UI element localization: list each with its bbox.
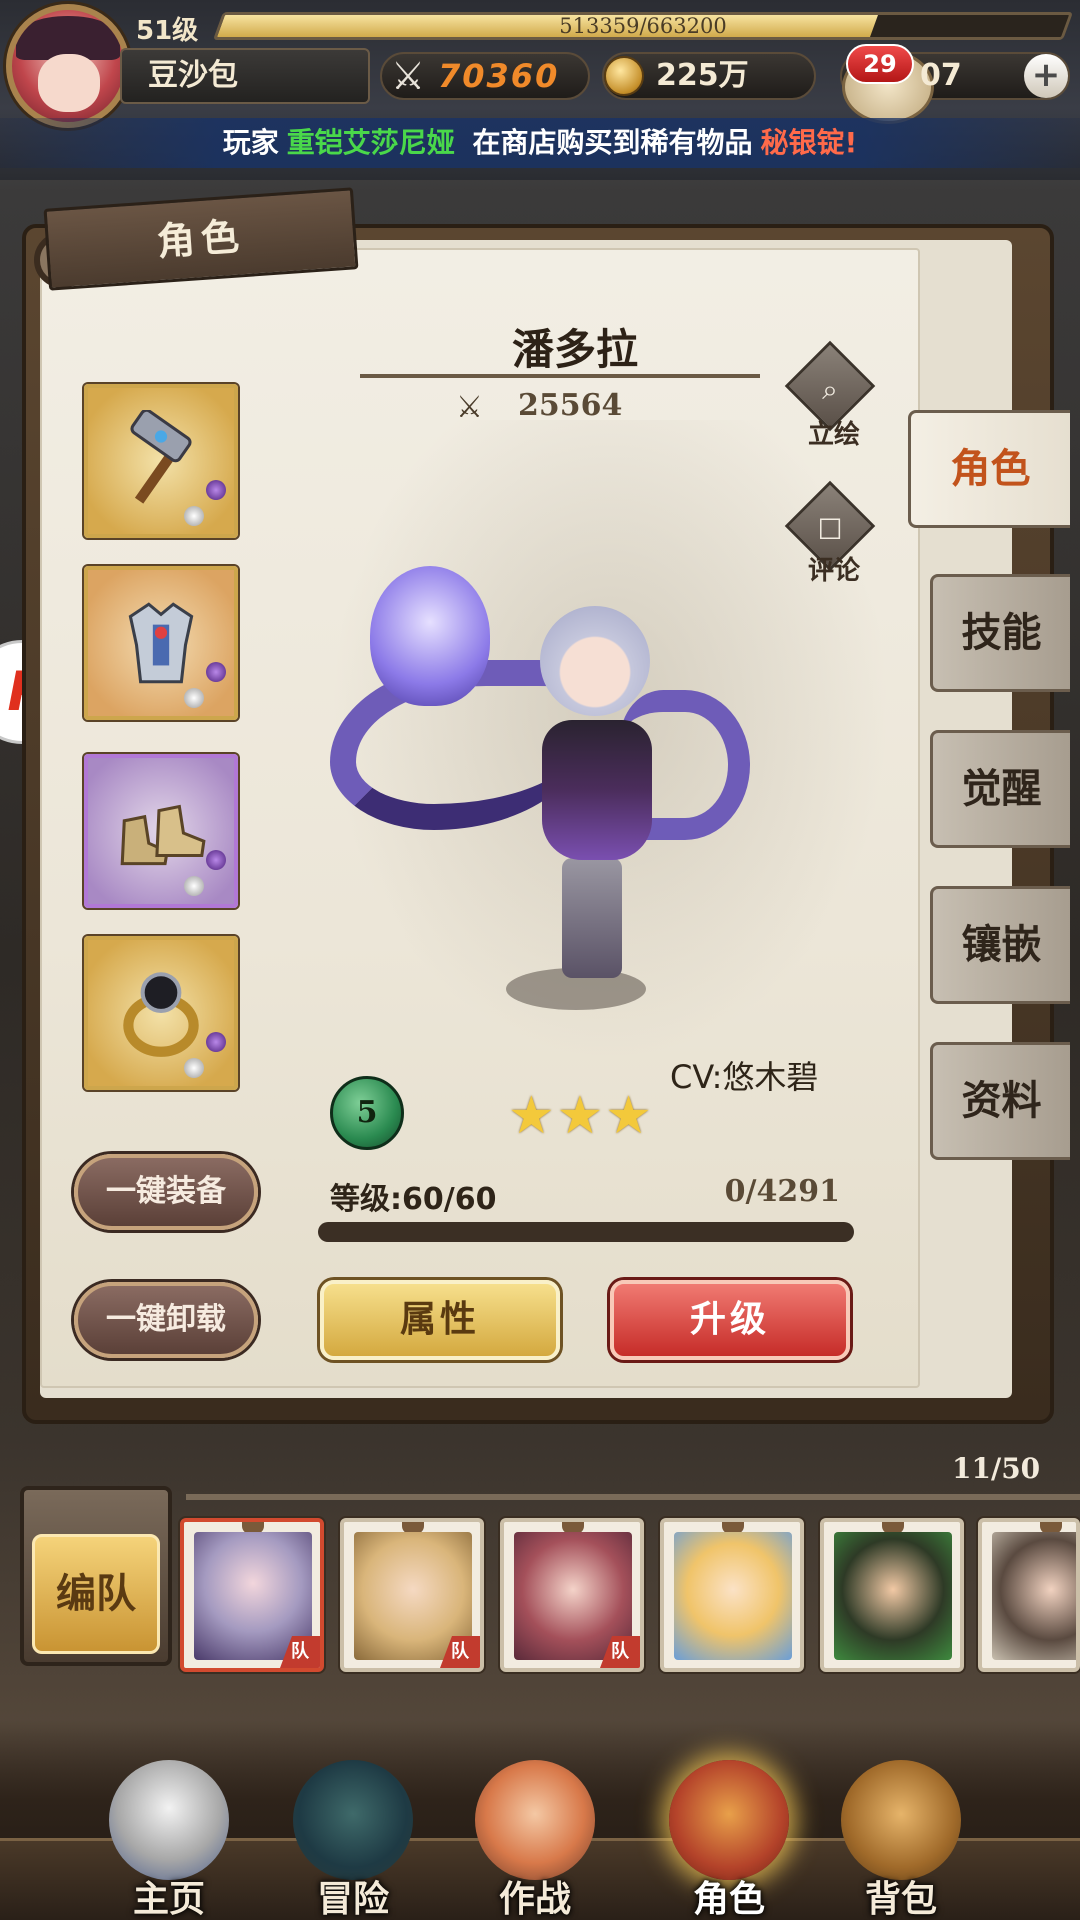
nav-battle-label: 作战 bbox=[498, 1879, 571, 1920]
character-name: 潘多拉 bbox=[511, 325, 638, 374]
chat-unread-badge: 29 bbox=[846, 44, 914, 84]
armor-icon bbox=[128, 602, 194, 684]
character-body bbox=[542, 720, 652, 860]
banner-prefix: 玩家 bbox=[222, 126, 279, 159]
hero-card[interactable] bbox=[978, 1518, 1080, 1672]
socket-gem-purple bbox=[206, 850, 226, 870]
tab-awaken[interactable]: 觉醒 bbox=[930, 730, 1070, 848]
socket-gem-white bbox=[184, 506, 204, 526]
exp-text: 0/4291 bbox=[724, 1174, 840, 1209]
nav-home-label: 主页 bbox=[132, 1879, 205, 1920]
team-formation-button[interactable]: 编队 bbox=[32, 1534, 160, 1654]
review-label: 评论 bbox=[807, 556, 860, 586]
socket-gem-white bbox=[184, 1058, 204, 1078]
castle-icon bbox=[109, 1760, 229, 1880]
tab-skills[interactable]: 技能 bbox=[930, 574, 1070, 692]
gem-value: 07 bbox=[920, 58, 962, 93]
ring-icon bbox=[123, 972, 199, 1057]
hero-card[interactable] bbox=[660, 1518, 804, 1672]
nav-adventure-label: 冒险 bbox=[316, 1879, 389, 1920]
hero-card[interactable]: 队 bbox=[180, 1518, 324, 1672]
hero-portrait bbox=[834, 1532, 952, 1660]
book-icon bbox=[669, 1760, 789, 1880]
character-power: 25564 bbox=[518, 388, 623, 423]
xp-text: 513359/663200 bbox=[559, 14, 727, 38]
player-avatar[interactable] bbox=[6, 4, 130, 128]
combat-power-value: 70360 bbox=[438, 57, 560, 95]
nav-role[interactable]: 角色 bbox=[644, 1760, 814, 1920]
hero-portrait bbox=[992, 1532, 1076, 1660]
socket-gem-purple bbox=[206, 480, 226, 500]
nav-home[interactable]: 主页 bbox=[84, 1760, 254, 1920]
level-text: 等级:60/60 bbox=[330, 1182, 497, 1217]
portrait-label: 立绘 bbox=[807, 420, 860, 450]
warrior-icon bbox=[475, 1760, 595, 1880]
crossed-swords-icon: ⚔ bbox=[456, 390, 483, 425]
portal-icon bbox=[293, 1760, 413, 1880]
character-head[interactable] bbox=[540, 606, 650, 716]
spirit-companion bbox=[370, 566, 490, 706]
socket-gem-purple bbox=[206, 662, 226, 682]
unequip-all-button[interactable]: 一键卸载 bbox=[74, 1282, 258, 1358]
tab-profile[interactable]: 资料 bbox=[930, 1042, 1070, 1160]
banner-item: 秘银锭! bbox=[760, 126, 858, 159]
nav-bag-label: 背包 bbox=[864, 1879, 937, 1920]
attributes-button[interactable]: 属性 bbox=[320, 1280, 560, 1360]
hero-card[interactable]: 队 bbox=[500, 1518, 644, 1672]
broadcast-banner: 玩家 重铠艾莎尼娅 在商店购买到稀有物品 秘银锭! bbox=[0, 118, 1080, 168]
equip-all-button[interactable]: 一键装备 bbox=[74, 1154, 258, 1230]
rank-badge: 5 bbox=[330, 1076, 404, 1150]
equip-slot-ring[interactable] bbox=[84, 936, 238, 1090]
socket-gem-white bbox=[184, 876, 204, 896]
equip-slot-weapon[interactable] bbox=[84, 384, 238, 538]
hero-card[interactable]: 队 bbox=[340, 1518, 484, 1672]
nav-adventure[interactable]: 冒险 bbox=[268, 1760, 438, 1920]
avatar-face bbox=[38, 54, 100, 112]
crossed-swords-icon: ⚔ bbox=[390, 54, 426, 98]
tab-inlay[interactable]: 镶嵌 bbox=[930, 886, 1070, 1004]
socket-gem-purple bbox=[206, 1032, 226, 1052]
tab-role[interactable]: 角色 bbox=[908, 410, 1070, 528]
equip-slot-armor[interactable] bbox=[84, 566, 238, 720]
backpack-icon bbox=[841, 1760, 961, 1880]
name-divider bbox=[360, 374, 760, 378]
roster-count: 11/50 bbox=[952, 1452, 1041, 1485]
character-legs bbox=[562, 858, 622, 978]
voice-actor-label: CV:悠木碧 bbox=[670, 1058, 819, 1096]
exp-bar bbox=[318, 1222, 854, 1242]
player-name: 豆沙包 bbox=[148, 58, 238, 93]
banner-player: 重铠艾莎尼娅 bbox=[286, 126, 455, 159]
hammer-icon bbox=[130, 410, 192, 504]
player-level: 51级 bbox=[136, 16, 199, 46]
gold-coin-icon bbox=[604, 56, 644, 96]
socket-gem-white bbox=[184, 688, 204, 708]
add-currency-button[interactable]: + bbox=[1024, 54, 1068, 98]
equip-slot-boots[interactable] bbox=[84, 754, 238, 908]
nav-battle[interactable]: 作战 bbox=[450, 1760, 620, 1920]
nav-role-label: 角色 bbox=[692, 1879, 765, 1920]
hero-portrait bbox=[674, 1532, 792, 1660]
star-rating: ★★★ bbox=[508, 1086, 654, 1146]
gold-value: 225万 bbox=[656, 58, 749, 93]
magnifier-icon: ⌕ bbox=[822, 373, 838, 407]
nav-bag[interactable]: 背包 bbox=[816, 1760, 986, 1920]
hero-card[interactable] bbox=[820, 1518, 964, 1672]
banner-middle: 在商店购买到稀有物品 bbox=[472, 126, 753, 159]
roster-rope bbox=[186, 1494, 1080, 1500]
boots-icon bbox=[120, 804, 206, 866]
upgrade-button[interactable]: 升级 bbox=[610, 1280, 850, 1360]
